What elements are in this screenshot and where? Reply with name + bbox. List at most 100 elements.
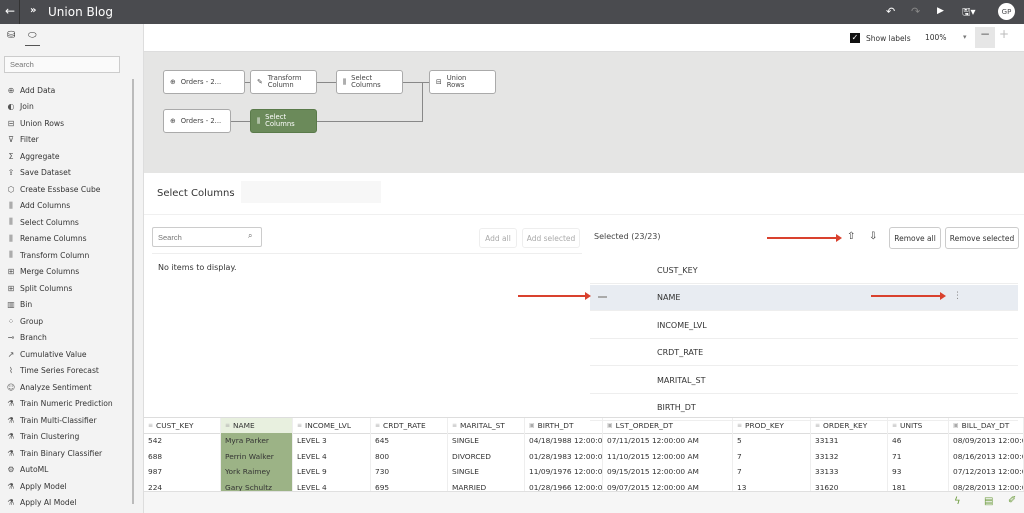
grid-cell[interactable]: SINGLE bbox=[448, 464, 525, 480]
sidebar-item-save-dataset[interactable]: ⇪Save Dataset bbox=[6, 166, 71, 180]
sidebar-item-apply-model[interactable]: ⚗Apply Model bbox=[6, 479, 67, 493]
column-header[interactable]: ▣BIRTH_DT bbox=[525, 418, 603, 434]
step-description-field[interactable] bbox=[241, 181, 381, 203]
flow-node-select-columns-1[interactable]: ⫼SelectColumns bbox=[336, 70, 403, 94]
grid-cell[interactable]: LEVEL 9 bbox=[293, 464, 371, 480]
column-header[interactable]: ▣BILL_DAY_DT bbox=[949, 418, 1024, 434]
grid-cell[interactable]: 46 bbox=[888, 433, 949, 449]
grid-cell[interactable]: 5 bbox=[733, 433, 811, 449]
selected-column-item[interactable]: INCOME_LVL bbox=[590, 313, 1018, 339]
selected-column-item[interactable]: CRDT_RATE bbox=[590, 340, 1018, 366]
grid-cell[interactable]: 33132 bbox=[811, 449, 888, 465]
grid-cell[interactable]: 08/16/2013 12:00:00 AM bbox=[949, 449, 1024, 465]
sidebar-item-transform-column[interactable]: ⫼Transform Column bbox=[6, 248, 89, 262]
sidebar-item-branch[interactable]: ⊸Branch bbox=[6, 331, 47, 345]
save-icon[interactable]: 🖫▾ bbox=[962, 5, 976, 22]
sidebar-item-analyze-sentiment[interactable]: ☺Analyze Sentiment bbox=[6, 380, 92, 394]
sidebar-item-bin[interactable]: ▥Bin bbox=[6, 298, 32, 312]
drag-handle-icon[interactable] bbox=[598, 296, 607, 298]
edit-icon[interactable]: ✐ bbox=[1008, 495, 1016, 506]
grid-cell[interactable]: 987 bbox=[144, 464, 221, 480]
sidebar-item-train-multi-classifier[interactable]: ⚗Train Multi-Classifier bbox=[6, 413, 97, 427]
selected-column-item[interactable]: MARITAL_ST bbox=[590, 368, 1018, 394]
flow-node-orders-1[interactable]: ⊕Orders - 2... bbox=[163, 70, 245, 94]
column-header[interactable]: ≡MARITAL_ST bbox=[448, 418, 525, 434]
sidebar-item-aggregate[interactable]: ΣAggregate bbox=[6, 149, 60, 163]
sidebar-item-apply-ai-model[interactable]: ⚗Apply AI Model bbox=[6, 496, 77, 510]
grid-view-icon[interactable]: ▤ bbox=[984, 496, 993, 507]
sidebar-item-train-numeric-prediction[interactable]: ⚗Train Numeric Prediction bbox=[6, 397, 113, 411]
sidebar-item-time-series-forecast[interactable]: ⌇Time Series Forecast bbox=[6, 364, 99, 378]
grid-cell[interactable]: 07/11/2015 12:00:00 AM bbox=[603, 433, 733, 449]
grid-cell[interactable]: Myra Parker bbox=[221, 433, 293, 449]
sidebar-item-automl[interactable]: ⚙AutoML bbox=[6, 463, 48, 477]
grid-cell[interactable]: 181 bbox=[888, 480, 949, 492]
grid-cell[interactable]: DIVORCED bbox=[448, 449, 525, 465]
grid-cell[interactable]: 800 bbox=[371, 449, 448, 465]
grid-cell[interactable]: 730 bbox=[371, 464, 448, 480]
grid-cell[interactable]: 542 bbox=[144, 433, 221, 449]
move-down-icon[interactable]: ⇩ bbox=[869, 231, 877, 242]
add-all-button[interactable]: Add all bbox=[479, 228, 517, 248]
grid-cell[interactable]: 645 bbox=[371, 433, 448, 449]
grid-cell[interactable]: 13 bbox=[733, 480, 811, 492]
grid-cell[interactable]: 695 bbox=[371, 480, 448, 492]
avatar[interactable]: GP bbox=[998, 3, 1015, 20]
steps-icon[interactable]: ⬭ bbox=[28, 30, 37, 41]
flow-node-union-rows[interactable]: ⊟UnionRows bbox=[429, 70, 496, 94]
grid-cell[interactable]: 93 bbox=[888, 464, 949, 480]
grid-cell[interactable]: 71 bbox=[888, 449, 949, 465]
column-header[interactable]: ≡CRDT_RATE bbox=[371, 418, 448, 434]
available-search-input[interactable] bbox=[152, 227, 262, 247]
grid-cell[interactable]: SINGLE bbox=[448, 433, 525, 449]
redo-icon[interactable]: ↷ bbox=[911, 5, 920, 18]
sidebar-item-split-columns[interactable]: ⊞Split Columns bbox=[6, 281, 72, 295]
grid-cell[interactable]: 04/18/1988 12:00:00 AM bbox=[525, 433, 603, 449]
run-icon[interactable]: ▶ bbox=[937, 6, 944, 16]
sidebar-scrollbar[interactable] bbox=[132, 79, 134, 504]
grid-cell[interactable]: 7 bbox=[733, 449, 811, 465]
column-header[interactable]: ≡UNITS bbox=[888, 418, 949, 434]
grid-cell[interactable]: 07/12/2013 12:00:00 AM bbox=[949, 464, 1024, 480]
sidebar-item-cumulative-value[interactable]: ↗Cumulative Value bbox=[6, 347, 87, 361]
sidebar-search-input[interactable] bbox=[4, 56, 120, 73]
column-header[interactable]: ▣LST_ORDER_DT bbox=[603, 418, 733, 434]
grid-cell[interactable]: 31620 bbox=[811, 480, 888, 492]
remove-selected-button[interactable]: Remove selected bbox=[945, 227, 1019, 249]
sidebar-item-rename-columns[interactable]: ⫼Rename Columns bbox=[6, 232, 87, 246]
selected-column-item[interactable]: CUST_KEY bbox=[590, 258, 1018, 284]
grid-cell[interactable]: LEVEL 4 bbox=[293, 449, 371, 465]
database-icon[interactable]: ⛁ bbox=[7, 30, 15, 41]
sidebar-item-join[interactable]: ◐Join bbox=[6, 100, 34, 114]
sidebar-item-group[interactable]: ⁘Group bbox=[6, 314, 43, 328]
sidebar-item-union-rows[interactable]: ⊟Union Rows bbox=[6, 116, 64, 130]
back-icon[interactable]: ← bbox=[5, 4, 15, 18]
sidebar-item-add-data[interactable]: ⊕Add Data bbox=[6, 83, 55, 97]
grid-cell[interactable]: Perrin Walker bbox=[221, 449, 293, 465]
sidebar-item-merge-columns[interactable]: ⊞Merge Columns bbox=[6, 265, 79, 279]
grid-cell[interactable]: 08/28/2013 12:00:00 AM bbox=[949, 480, 1024, 492]
flow-node-transform-column[interactable]: ✎TransformColumn bbox=[250, 70, 317, 94]
grid-cell[interactable]: 01/28/1983 12:00:00 AM bbox=[525, 449, 603, 465]
grid-cell[interactable]: 688 bbox=[144, 449, 221, 465]
column-header[interactable]: ≡ORDER_KEY bbox=[811, 418, 888, 434]
sidebar-item-filter[interactable]: ⊽Filter bbox=[6, 133, 39, 147]
zoom-level[interactable]: 100% bbox=[925, 33, 946, 42]
zoom-in-button[interactable]: + bbox=[999, 27, 1009, 41]
grid-cell[interactable]: 224 bbox=[144, 480, 221, 492]
grid-cell[interactable]: Gary Schultz bbox=[221, 480, 293, 492]
flow-node-orders-2[interactable]: ⊕Orders - 2... bbox=[163, 109, 231, 133]
column-header[interactable]: ≡NAME bbox=[221, 418, 293, 434]
zoom-out-button[interactable]: − bbox=[975, 27, 995, 48]
grid-cell[interactable]: MARRIED bbox=[448, 480, 525, 492]
column-header[interactable]: ≡INCOME_LVL bbox=[293, 418, 371, 434]
grid-cell[interactable]: 7 bbox=[733, 464, 811, 480]
more-options-icon[interactable]: ⋮ bbox=[953, 291, 962, 301]
sidebar-item-train-clustering[interactable]: ⚗Train Clustering bbox=[6, 430, 79, 444]
sidebar-item-select-columns[interactable]: ⫼Select Columns bbox=[6, 215, 79, 229]
grid-cell[interactable]: 33133 bbox=[811, 464, 888, 480]
grid-cell[interactable]: LEVEL 4 bbox=[293, 480, 371, 492]
grid-cell[interactable]: 33131 bbox=[811, 433, 888, 449]
undo-icon[interactable]: ↶ bbox=[886, 5, 895, 18]
grid-cell[interactable]: 09/15/2015 12:00:00 AM bbox=[603, 464, 733, 480]
